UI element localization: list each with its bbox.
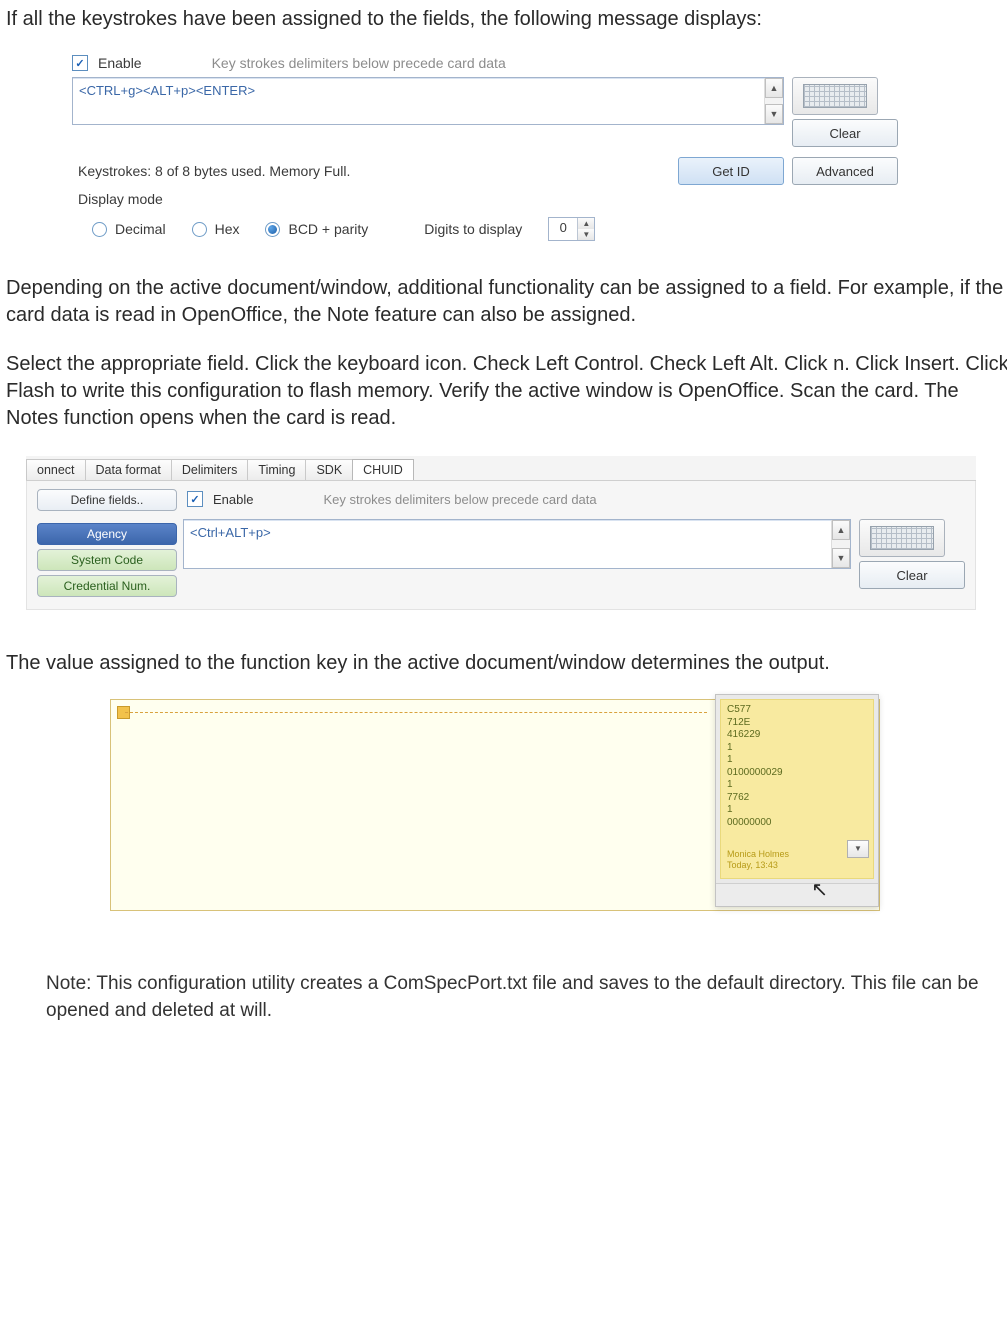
enable-checkbox[interactable] [72, 55, 88, 71]
keyboard-button-2[interactable] [859, 519, 945, 557]
get-id-button[interactable]: Get ID [678, 157, 784, 185]
note-line: 1 [727, 754, 867, 767]
tab-chuid[interactable]: CHUID [352, 459, 414, 480]
cursor-icon: ↖ [811, 877, 828, 902]
keystroke-value-2: <Ctrl+ALT+p> [184, 520, 831, 568]
tab-connect[interactable]: onnect [26, 459, 86, 480]
delimiter-hint-2: Key strokes delimiters below precede car… [323, 492, 596, 507]
clear-button-2[interactable]: Clear [859, 561, 965, 589]
screenshot-chuid-tab: onnect Data format Delimiters Timing SDK… [26, 456, 976, 610]
spin-down-icon[interactable]: ▼ [577, 229, 594, 240]
enable-label: Enable [98, 55, 142, 71]
scroll-down-icon[interactable]: ▼ [765, 104, 783, 124]
paragraph-3: Select the appropriate field. Click the … [6, 351, 1007, 432]
note-line: 712E [727, 717, 867, 730]
digits-label: Digits to display [424, 221, 522, 237]
note-line: 0100000029 [727, 767, 867, 780]
tab-data-format[interactable]: Data format [85, 459, 172, 480]
tab-delimiters[interactable]: Delimiters [171, 459, 249, 480]
note-line: C577 [727, 704, 867, 717]
keystroke-textbox-2[interactable]: <Ctrl+ALT+p> ▲ ▼ [183, 519, 851, 569]
note-line: 1 [727, 779, 867, 792]
field-agency-button[interactable]: Agency [37, 523, 177, 545]
enable-label-2: Enable [213, 492, 253, 507]
tab-sdk[interactable]: SDK [305, 459, 353, 480]
radio-bcd-label: BCD + parity [288, 221, 368, 237]
scroll-down-icon[interactable]: ▼ [832, 548, 850, 568]
radio-decimal[interactable]: Decimal [92, 221, 166, 237]
scrollbar-2[interactable]: ▲ ▼ [831, 520, 850, 568]
spin-up-icon[interactable]: ▲ [577, 218, 594, 229]
note-line: 1 [727, 804, 867, 817]
enable-checkbox-2[interactable] [187, 491, 203, 507]
note-line: 416229 [727, 729, 867, 742]
keystroke-textbox[interactable]: <CTRL+g><ALT+p><ENTER> ▲ ▼ [72, 77, 784, 125]
note-author: Monica Holmes [727, 849, 867, 860]
radio-hex[interactable]: Hex [192, 221, 240, 237]
note-timestamp: Today, 13:43 [727, 860, 867, 871]
advanced-button[interactable]: Advanced [792, 157, 898, 185]
radio-hex-label: Hex [215, 221, 240, 237]
define-fields-button[interactable]: Define fields.. [37, 489, 177, 511]
paragraph-4: The value assigned to the function key i… [6, 650, 1007, 677]
tab-timing[interactable]: Timing [247, 459, 306, 480]
digits-value: 0 [549, 218, 577, 240]
tab-bar: onnect Data format Delimiters Timing SDK… [26, 456, 976, 481]
keyboard-icon [803, 84, 867, 108]
status-text: Keystrokes: 8 of 8 bytes used. Memory Fu… [72, 163, 350, 179]
screenshot-openoffice-note: C577 712E 416229 1 1 0100000029 1 7762 1… [110, 699, 880, 911]
note-line: 1 [727, 742, 867, 755]
scroll-up-icon[interactable]: ▲ [832, 520, 850, 540]
scrollbar[interactable]: ▲ ▼ [764, 78, 783, 124]
sticky-note[interactable]: C577 712E 416229 1 1 0100000029 1 7762 1… [720, 699, 874, 879]
keyboard-button[interactable] [792, 77, 878, 115]
digits-spinner[interactable]: 0 ▲▼ [548, 217, 595, 241]
footnote: Note: This configuration utility creates… [46, 971, 986, 1024]
paragraph-2: Depending on the active document/window,… [6, 275, 1007, 329]
note-menu-button[interactable]: ▼ [847, 840, 869, 858]
intro-paragraph-1: If all the keystrokes have been assigned… [6, 6, 1007, 33]
note-line: 00000000 [727, 817, 867, 830]
keystroke-value: <CTRL+g><ALT+p><ENTER> [73, 78, 764, 124]
display-mode-label: Display mode [78, 191, 898, 207]
note-panel: C577 712E 416229 1 1 0100000029 1 7762 1… [715, 694, 879, 907]
note-line: 7762 [727, 792, 867, 805]
field-system-code-button[interactable]: System Code [37, 549, 177, 571]
field-credential-num-button[interactable]: Credential Num. [37, 575, 177, 597]
radio-bcd[interactable]: BCD + parity [265, 221, 368, 237]
delimiter-hint: Key strokes delimiters below precede car… [212, 55, 506, 71]
radio-decimal-label: Decimal [115, 221, 166, 237]
scroll-up-icon[interactable]: ▲ [765, 78, 783, 98]
clear-button[interactable]: Clear [792, 119, 898, 147]
keyboard-icon [870, 526, 934, 550]
screenshot-keystroke-full: Enable Key strokes delimiters below prec… [72, 55, 898, 247]
